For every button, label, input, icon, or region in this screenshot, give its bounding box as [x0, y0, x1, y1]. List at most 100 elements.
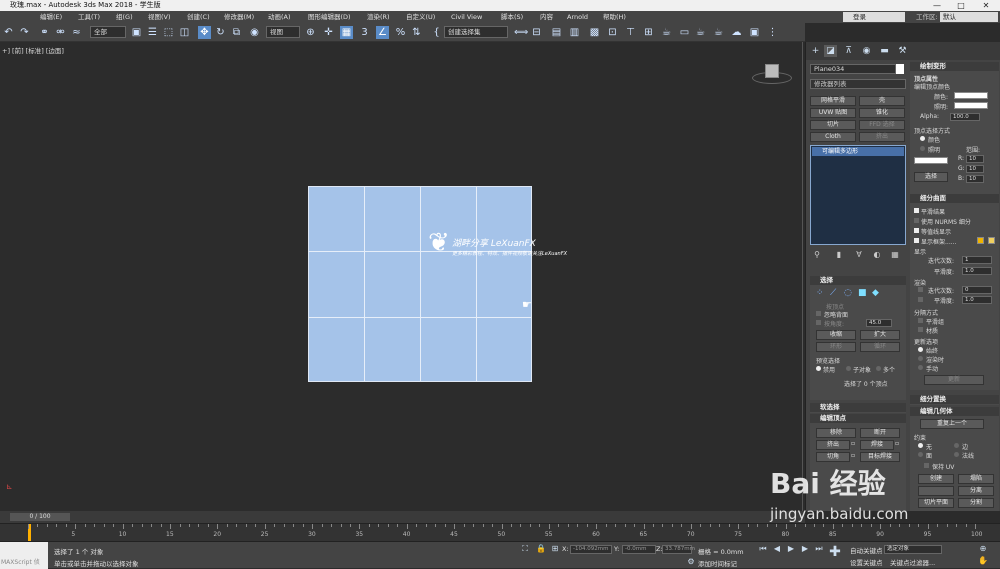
- smoothness-spinner[interactable]: 1.0: [962, 267, 992, 275]
- render-icon[interactable]: ☕: [694, 26, 707, 39]
- selected-object-dropdown[interactable]: 选定对象: [884, 545, 942, 554]
- menu-help[interactable]: 帮助(H): [603, 11, 626, 23]
- ring-button[interactable]: 环形: [816, 342, 856, 352]
- show-cage-checkbox[interactable]: [914, 238, 919, 243]
- named-selection-dropdown[interactable]: 创建选择集: [444, 26, 508, 38]
- slice-plane-button[interactable]: 切片平面: [918, 498, 954, 508]
- menu-view[interactable]: 视图(V): [148, 11, 171, 23]
- constraint-edge-radio[interactable]: [954, 443, 959, 448]
- object-name-field[interactable]: Plane034: [810, 64, 896, 74]
- materials-checkbox[interactable]: [918, 327, 923, 332]
- iterations-spinner[interactable]: 1: [962, 256, 992, 264]
- by-angle-checkbox[interactable]: [816, 320, 821, 325]
- modifier-stack[interactable]: 可编辑多边形: [810, 145, 906, 245]
- set-key-label[interactable]: 设置关键点: [850, 557, 883, 567]
- time-tag-icon[interactable]: ⚙: [686, 557, 696, 567]
- modifier-button-slice[interactable]: 切片: [810, 120, 856, 130]
- grow-button[interactable]: 扩大: [860, 330, 900, 340]
- modifier-button-meshsmooth[interactable]: 网格平滑: [810, 96, 856, 106]
- use-nurms-checkbox[interactable]: [914, 218, 919, 223]
- autokey-label[interactable]: 自动关键点: [850, 545, 883, 555]
- subdiv-displace-header[interactable]: 细分置换: [910, 395, 999, 404]
- update-always-radio[interactable]: [918, 347, 923, 352]
- modify-tab-icon[interactable]: ◪: [824, 45, 837, 57]
- b-spinner[interactable]: 10: [966, 175, 984, 183]
- alpha-spinner[interactable]: 100.0: [950, 113, 980, 121]
- select-by-color-radio[interactable]: [920, 136, 925, 141]
- reference-coord-dropdown[interactable]: 视图: [266, 26, 300, 38]
- vertex-paint-header[interactable]: 绘制变形: [910, 62, 999, 71]
- isolate-icon[interactable]: ⛶: [520, 544, 530, 554]
- spinner-snap-icon[interactable]: ⇅: [410, 26, 423, 39]
- extrude-button[interactable]: 挤出: [816, 440, 850, 450]
- target-weld-button[interactable]: 目标焊接: [860, 452, 900, 462]
- configure-sets-icon[interactable]: ▦: [890, 250, 900, 260]
- stack-item-editable-poly[interactable]: 可编辑多边形: [812, 147, 904, 156]
- more-tools-icon[interactable]: ⋮: [766, 26, 779, 39]
- curve-editor-icon[interactable]: ⊡: [606, 26, 619, 39]
- select-button[interactable]: 选择: [914, 172, 948, 182]
- menu-arnold[interactable]: Arnold: [567, 11, 588, 23]
- menu-rendering[interactable]: 渲染(R): [367, 11, 390, 23]
- zoom-icon[interactable]: ⊕: [978, 544, 988, 554]
- login-dropdown[interactable]: 登录: [843, 12, 905, 22]
- constraint-none-radio[interactable]: [918, 443, 923, 448]
- smoothing-groups-checkbox[interactable]: [918, 318, 923, 323]
- render-smoothness-spinner[interactable]: 1.0: [962, 296, 992, 304]
- isoline-checkbox[interactable]: [914, 228, 919, 233]
- abs-mode-icon[interactable]: ⊞: [550, 544, 560, 554]
- mirror-icon[interactable]: ⟺: [514, 26, 528, 39]
- break-button[interactable]: 断开: [860, 428, 900, 438]
- scale-icon[interactable]: ⧉: [230, 26, 243, 39]
- menu-animation[interactable]: 动画(A): [268, 11, 291, 23]
- object-color-swatch[interactable]: [896, 64, 904, 74]
- edit-named-selection-icon[interactable]: {: [430, 26, 443, 39]
- utilities-tab-icon[interactable]: ⚒: [896, 45, 909, 57]
- goto-start-icon[interactable]: ⏮: [758, 544, 768, 554]
- modifier-button-cloth[interactable]: Cloth: [810, 132, 856, 142]
- render-iter-checkbox[interactable]: [918, 287, 923, 292]
- frame-indicator[interactable]: 0 / 100: [10, 513, 70, 521]
- scene-explorer-icon[interactable]: ▤: [550, 26, 563, 39]
- a360-icon[interactable]: ▣: [748, 26, 761, 39]
- pan-icon[interactable]: ✋: [978, 556, 988, 566]
- menu-tools[interactable]: 工具(T): [78, 11, 100, 23]
- next-frame-icon[interactable]: ▶: [800, 544, 810, 554]
- set-key-icon[interactable]: ✚: [826, 545, 844, 565]
- play-icon[interactable]: ▶: [786, 544, 796, 554]
- collapse-button[interactable]: 塌陷: [958, 474, 994, 484]
- edit-geometry-header[interactable]: 编辑几何体: [910, 407, 999, 416]
- motion-tab-icon[interactable]: ◉: [860, 45, 873, 57]
- subdivision-header[interactable]: 细分曲面: [910, 194, 999, 203]
- menu-create[interactable]: 创建(C): [187, 11, 210, 23]
- border-level-icon[interactable]: ◌: [844, 288, 852, 298]
- snaps-toggle-icon[interactable]: 3: [358, 26, 371, 39]
- selection-filter-dropdown[interactable]: 全部: [90, 26, 126, 38]
- detach-button[interactable]: 分离: [958, 486, 994, 496]
- maxscript-listener[interactable]: MAXScript 侦: [0, 542, 48, 569]
- loop-button[interactable]: 循环: [860, 342, 900, 352]
- rect-selection-icon[interactable]: ⬚: [162, 26, 175, 39]
- maximize-icon[interactable]: □: [952, 0, 970, 11]
- viewport-label[interactable]: +] [前] [标准] [边面]: [2, 45, 64, 55]
- modifier-button-shell[interactable]: 壳: [859, 96, 905, 106]
- smooth-result-checkbox[interactable]: [914, 208, 919, 213]
- close-icon[interactable]: ✕: [977, 0, 995, 11]
- display-tab-icon[interactable]: ▬: [878, 45, 891, 57]
- layer-explorer-icon[interactable]: ▥: [568, 26, 581, 39]
- workspace-dropdown[interactable]: 默认: [940, 12, 998, 22]
- split-button[interactable]: 分割: [958, 498, 994, 508]
- hierarchy-tab-icon[interactable]: ⊼: [842, 45, 855, 57]
- link-icon[interactable]: ⚭: [38, 26, 51, 39]
- repeat-last-button[interactable]: 重复上一个: [920, 419, 984, 429]
- create-button[interactable]: 创建: [918, 474, 954, 484]
- pivot-icon[interactable]: ⊕: [304, 26, 317, 39]
- make-unique-icon[interactable]: ∀: [854, 250, 864, 260]
- select-by-name-icon[interactable]: ☰: [146, 26, 159, 39]
- material-editor-icon[interactable]: ⊞: [642, 26, 655, 39]
- align-icon[interactable]: ⊟: [530, 26, 543, 39]
- polygon-level-icon[interactable]: ■: [858, 288, 867, 298]
- pin-stack-icon[interactable]: ⚲: [812, 250, 822, 260]
- show-end-result-icon[interactable]: ▮: [834, 250, 844, 260]
- z-coord-field[interactable]: 33.787mm: [662, 545, 695, 554]
